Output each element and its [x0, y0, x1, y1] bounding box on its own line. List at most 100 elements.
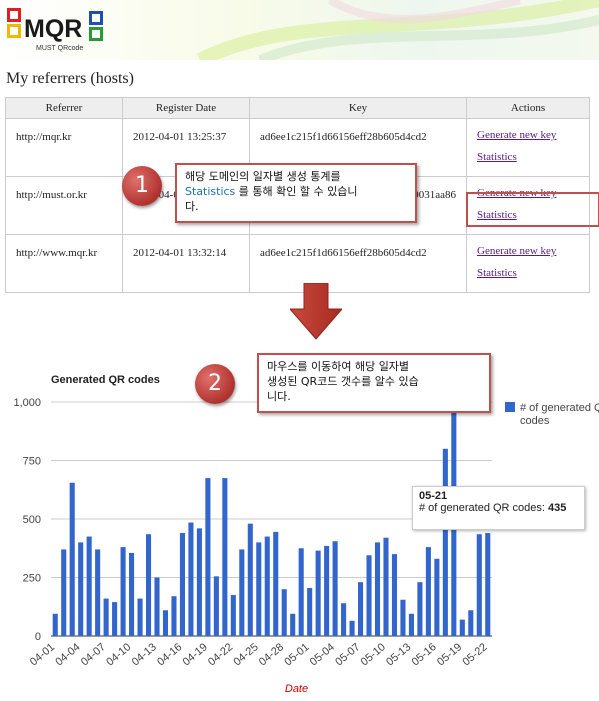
x-tick-label: 04-10	[104, 641, 133, 668]
chart-tooltip: 05-21 # of generated QR codes: 435	[412, 486, 585, 530]
key-cell: ad6ee1c215f1d66156eff28b605d4cd2	[249, 234, 467, 293]
x-tick-label: 05-19	[435, 641, 464, 668]
bar	[171, 596, 177, 636]
callout2-line3: 니다.	[267, 390, 291, 403]
bar	[391, 554, 398, 636]
date-cell: 2012-04-01 13:32:14	[122, 234, 250, 293]
step-2-badge: 2	[195, 364, 235, 404]
down-arrow-icon	[290, 283, 342, 340]
x-tick-label: 05-04	[308, 641, 337, 668]
x-tick-label: 04-13	[130, 641, 159, 668]
actions-cell: Generate new key Statistics	[466, 234, 590, 293]
x-tick-label: 04-28	[257, 641, 286, 668]
referrer-cell: http://mqr.kr	[5, 118, 123, 177]
x-tick-label: 04-25	[231, 641, 260, 668]
callout-statistics-explanation: 해당 도메인의 일자별 생성 통계를 Statistics 를 통해 확인 할 …	[175, 163, 417, 223]
y-tick-label: 250	[23, 573, 41, 585]
x-tick-label: 04-19	[181, 641, 210, 668]
bar	[145, 534, 152, 636]
bar	[298, 548, 304, 636]
statistics-highlight-box	[466, 192, 599, 227]
bar	[247, 523, 253, 636]
legend-swatch	[505, 402, 515, 412]
bar	[485, 533, 491, 636]
callout2-line1: 마우스를 이동하여 해당 일자별	[267, 360, 410, 373]
col-key: Key	[249, 97, 467, 119]
bar	[358, 582, 364, 636]
bar	[103, 598, 109, 636]
bar	[120, 547, 126, 636]
bar	[256, 542, 262, 636]
bar	[213, 576, 219, 636]
callout1-statistics-word: Statistics	[185, 185, 236, 198]
bar	[374, 542, 381, 636]
x-tick-label: 05-07	[333, 641, 362, 668]
logo-text: MQR	[24, 15, 82, 43]
tooltip-date: 05-21	[419, 490, 448, 502]
bar	[78, 542, 84, 636]
statistics-link[interactable]: Statistics	[477, 267, 517, 279]
col-actions: Actions	[466, 97, 590, 119]
referrer-cell: http://must.or.kr	[5, 176, 123, 235]
bar	[324, 545, 330, 636]
table-header-row: Referrer Register Date Key Actions	[5, 97, 590, 119]
bar	[52, 613, 58, 636]
bar	[408, 613, 414, 636]
x-tick-label: 05-16	[410, 641, 439, 668]
bar	[307, 588, 313, 636]
bar	[222, 478, 228, 636]
step-1-badge: 1	[122, 166, 162, 206]
x-tick-label: 04-04	[53, 641, 82, 668]
x-tick-label: 05-10	[359, 641, 388, 668]
bar	[112, 602, 118, 636]
bar	[459, 619, 465, 636]
bar	[468, 610, 474, 636]
generate-new-key-link[interactable]: Generate new key	[477, 245, 556, 257]
header-banner: MQR MUST QRcode	[0, 0, 599, 60]
generate-new-key-link[interactable]: Generate new key	[477, 129, 556, 141]
tooltip-value: 435	[548, 502, 567, 514]
callout-hover-explanation: 마우스를 이동하여 해당 일자별 생성된 QR코드 갯수를 알수 있습 니다.	[257, 353, 491, 413]
callout1-line1: 해당 도메인의 일자별 생성 통계를	[185, 170, 341, 183]
bar	[476, 534, 482, 636]
legend-label: # of generated QRcodes	[520, 402, 599, 427]
callout2-line2: 생성된 QR코드 갯수를 알수 있습	[267, 375, 419, 388]
bar	[315, 550, 321, 636]
bar	[425, 547, 431, 636]
bar	[417, 582, 423, 636]
bar	[341, 603, 347, 636]
chart-title: Generated QR codes	[51, 374, 160, 386]
bar	[290, 613, 296, 636]
bar	[205, 478, 211, 636]
statistics-link[interactable]: Statistics	[477, 151, 517, 163]
y-tick-label: 1,000	[13, 397, 41, 409]
x-axis-title: Date	[285, 683, 308, 695]
bar	[332, 541, 338, 636]
bar	[129, 552, 135, 636]
bar	[188, 522, 194, 636]
x-tick-label: 04-01	[28, 641, 57, 668]
logo-subtext: MUST QRcode	[36, 45, 83, 52]
x-tick-label: 05-13	[384, 641, 413, 668]
mqr-logo[interactable]: MQR MUST QRcode	[6, 7, 106, 53]
y-tick-label: 500	[23, 514, 41, 526]
bar	[400, 599, 406, 636]
actions-cell: Generate new key Statistics	[466, 118, 590, 177]
col-register-date: Register Date	[122, 97, 250, 119]
bar	[273, 531, 279, 636]
bar	[264, 536, 270, 636]
callout1-line2: 를 통해 확인 할 수 있습니	[235, 185, 358, 198]
x-tick-label: 05-22	[460, 641, 489, 668]
bar	[137, 598, 143, 636]
bar	[349, 620, 355, 636]
y-tick-label: 750	[23, 456, 41, 468]
tooltip-label: # of generated QR codes:	[419, 502, 549, 514]
x-tick-label: 05-01	[282, 641, 311, 668]
bar	[442, 448, 448, 636]
bar	[69, 482, 75, 636]
y-tick-label: 0	[35, 631, 41, 643]
bar	[179, 533, 185, 636]
callout1-line3: 다.	[185, 200, 199, 213]
page-title: My referrers (hosts)	[6, 70, 134, 87]
x-tick-label: 04-22	[206, 641, 235, 668]
